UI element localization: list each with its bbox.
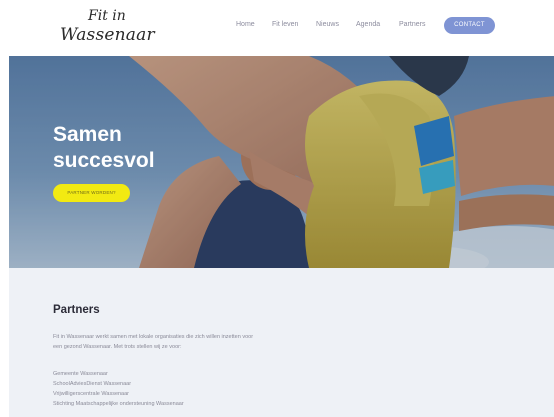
list-item: Stichting Maatschappelijke ondersteuning… — [53, 401, 184, 407]
nav-item-home[interactable]: Home — [236, 21, 255, 28]
list-item: Vrijwilligerscentrale Wassenaar — [53, 391, 130, 397]
partners-intro: Fit in Wassenaar werkt samen met lokale … — [53, 332, 353, 352]
contact-button[interactable]: CONTACT — [444, 17, 495, 34]
list-item: Gemeente Wassenaar — [53, 371, 108, 377]
nav-item-partners[interactable]: Partners — [399, 21, 425, 28]
hero-title-line-2: succesvol — [53, 149, 155, 172]
site-header: Fit in Wassenaar Home Fit leven Nieuws A… — [0, 0, 554, 56]
nav-item-agenda[interactable]: Agenda — [356, 21, 380, 28]
nav-item-fit-leven[interactable]: Fit leven — [272, 21, 298, 28]
hero-title: Samen succesvol — [53, 122, 233, 174]
logo-line-2: Wassenaar — [60, 25, 155, 45]
intro-line-2: een gezond Wassenaar. Met trots stellen … — [53, 344, 182, 350]
nav-item-nieuws[interactable]: Nieuws — [316, 21, 339, 28]
hero-banner: Samen succesvol PARTNER WORDEN? — [9, 56, 554, 268]
section-title: Partners — [53, 304, 100, 316]
intro-line-1: Fit in Wassenaar werkt samen met lokale … — [53, 334, 254, 340]
site-logo[interactable]: Fit in Wassenaar — [58, 6, 155, 50]
logo-line-1: Fit in — [88, 8, 126, 24]
hero-title-line-1: Samen — [53, 123, 122, 146]
partners-section: Partners Fit in Wassenaar werkt samen me… — [9, 268, 554, 417]
list-item: SchoolAdviesDienst Wassenaar — [53, 381, 132, 387]
partner-worden-button[interactable]: PARTNER WORDEN? — [53, 184, 130, 202]
partner-list: Gemeente Wassenaar SchoolAdviesDienst Wa… — [53, 369, 184, 409]
